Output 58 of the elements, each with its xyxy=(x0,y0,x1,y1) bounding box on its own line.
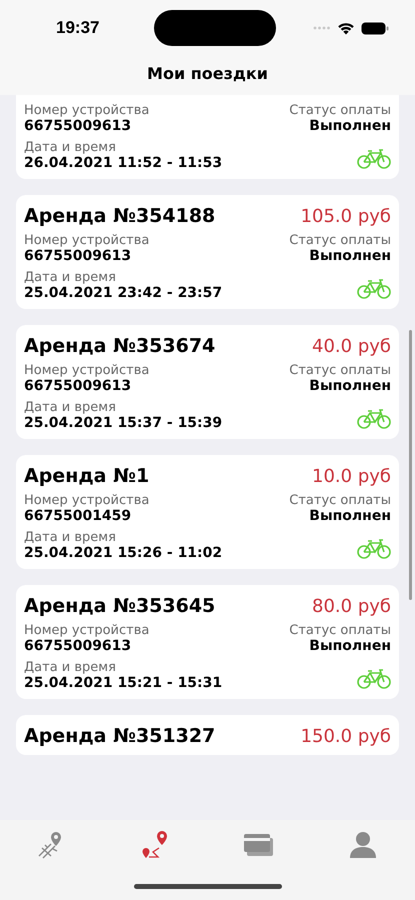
bicycle-icon xyxy=(357,409,391,429)
rental-card[interactable]: Аренда №353645 80.0 руб Номер устройства 66755009613 Статус оплаты Выполнен Дата и время 25.04.2021 15:21 - 15:31 xyxy=(16,585,399,699)
route-icon xyxy=(140,830,170,860)
device-number: 66755001459 xyxy=(24,508,132,524)
screen-title: Мои поездки xyxy=(147,63,268,83)
field-label: Номер устройства xyxy=(24,363,150,378)
rental-card[interactable]: Аренда №351327 150.0 руб xyxy=(16,715,399,755)
field-label: Дата и время xyxy=(24,660,117,675)
rental-price: 10.0 руб xyxy=(312,466,391,486)
bicycle-icon xyxy=(357,149,391,169)
field-label: Дата и время xyxy=(24,530,117,545)
payment-status: Выполнен xyxy=(309,248,391,264)
rental-title: Аренда №353645 xyxy=(24,595,216,617)
field-label: Номер устройства xyxy=(24,623,150,638)
field-label: Номер устройства xyxy=(24,233,150,248)
rental-price: 40.0 руб xyxy=(312,336,391,356)
field-label: Статус оплаты xyxy=(289,623,391,638)
field-label: Номер устройства xyxy=(24,103,150,118)
rental-datetime: 25.04.2021 15:26 - 11:02 xyxy=(24,545,222,561)
device-number: 66755009613 xyxy=(24,378,132,394)
signal-icon xyxy=(313,26,331,30)
status-time: 19:37 xyxy=(56,18,100,38)
rental-title: Аренда №1 xyxy=(24,465,150,487)
rental-price: 80.0 руб xyxy=(312,596,391,616)
field-label: Дата и время xyxy=(24,400,117,415)
rental-card[interactable]: Аренда №354188 105.0 руб Номер устройства 66755009613 Статус оплаты Выполнен Дата и время 25.04.2021 23:42 - 23:57 xyxy=(16,195,399,309)
field-label: Статус оплаты xyxy=(289,363,391,378)
wifi-icon xyxy=(337,22,355,34)
rental-card[interactable]: Номер устройства 66755009613 Статус оплаты Выполнен Дата и время 26.04.2021 11:52 - 11:53 xyxy=(16,95,399,179)
rental-datetime: 25.04.2021 15:21 - 15:31 xyxy=(24,675,222,691)
bicycle-icon xyxy=(357,539,391,559)
device-number: 66755009613 xyxy=(24,118,132,134)
rental-title: Аренда №351327 xyxy=(24,725,216,747)
device-number: 66755009613 xyxy=(24,248,132,264)
payment-status: Выполнен xyxy=(309,638,391,654)
bicycle-icon xyxy=(357,279,391,299)
rental-card[interactable]: Аренда №353674 40.0 руб Номер устройства 66755009613 Статус оплаты Выполнен Дата и время 25.04.2021 15:37 - 15:39 xyxy=(16,325,399,439)
rental-datetime: 26.04.2021 11:52 - 11:53 xyxy=(24,155,222,171)
field-label: Статус оплаты xyxy=(289,103,391,118)
payment-status: Выполнен xyxy=(309,378,391,394)
field-label: Статус оплаты xyxy=(289,493,391,508)
rental-price: 150.0 руб xyxy=(300,726,391,746)
field-label: Номер устройства xyxy=(24,493,150,508)
rental-datetime: 25.04.2021 23:42 - 23:57 xyxy=(24,285,222,301)
rental-price: 105.0 руб xyxy=(300,206,391,226)
bicycle-icon xyxy=(357,669,391,689)
payment-status: Выполнен xyxy=(309,118,391,134)
rental-title: Аренда №354188 xyxy=(24,205,216,227)
rental-title: Аренда №353674 xyxy=(24,335,216,357)
rental-card[interactable]: Аренда №1 10.0 руб Номер устройства 66755001459 Статус оплаты Выполнен Дата и время 25.04.2021 15:26 - 11:02 xyxy=(16,455,399,569)
battery-icon xyxy=(361,22,389,34)
payment-status: Выполнен xyxy=(309,508,391,524)
rental-datetime: 25.04.2021 15:37 - 15:39 xyxy=(24,415,222,431)
device-number: 66755009613 xyxy=(24,638,132,654)
field-label: Дата и время xyxy=(24,140,117,155)
field-label: Дата и время xyxy=(24,270,117,285)
field-label: Статус оплаты xyxy=(289,233,391,248)
profile-icon xyxy=(348,830,378,860)
